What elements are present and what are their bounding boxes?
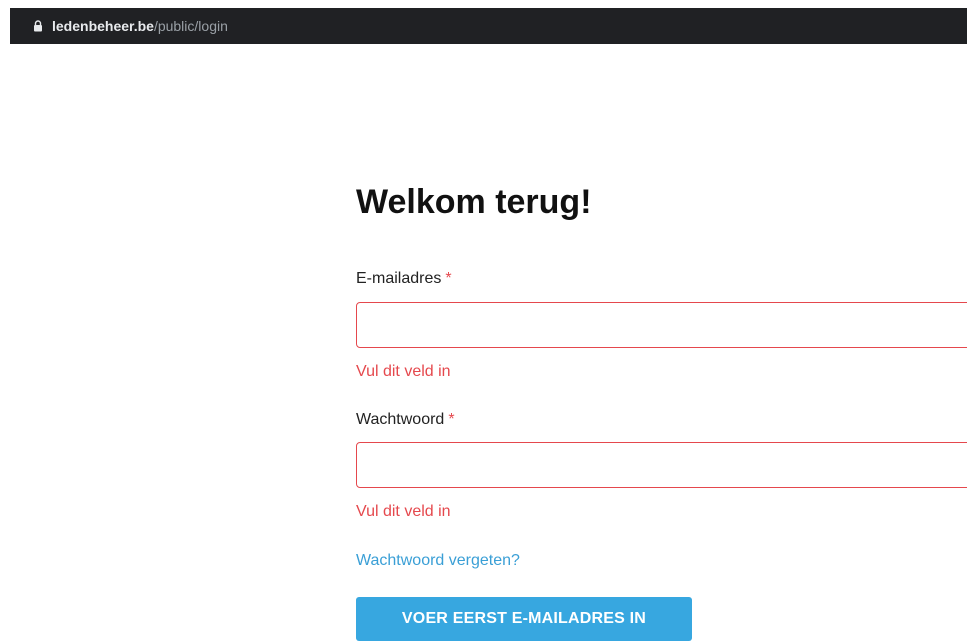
url-host: ledenbeheer.be — [52, 18, 154, 34]
email-required-marker: * — [445, 270, 452, 287]
email-field[interactable] — [356, 302, 967, 348]
url-path: /public/login — [153, 18, 228, 34]
password-required-marker: * — [448, 411, 455, 428]
password-error-message: Vul dit veld in — [356, 503, 451, 520]
lock-icon — [34, 20, 42, 32]
url-text[interactable]: ledenbeheer.be/public/login — [52, 17, 228, 35]
password-label-text: Wachtwoord — [356, 411, 445, 428]
submit-button[interactable]: VOER EERST E-MAILADRES IN — [356, 597, 692, 641]
email-label: E-mailadres * — [356, 269, 452, 289]
address-bar-field[interactable]: ledenbeheer.be/public/login — [10, 8, 967, 44]
email-label-text: E-mailadres — [356, 270, 442, 287]
password-label: Wachtwoord * — [356, 410, 455, 430]
forgot-password-link[interactable]: Wachtwoord vergeten? — [356, 551, 520, 571]
browser-address-bar: ledenbeheer.be/public/login — [0, 0, 967, 51]
email-error-message: Vul dit veld in — [356, 363, 451, 380]
page-title: Welkom terug! — [356, 183, 592, 221]
password-field[interactable] — [356, 442, 967, 488]
